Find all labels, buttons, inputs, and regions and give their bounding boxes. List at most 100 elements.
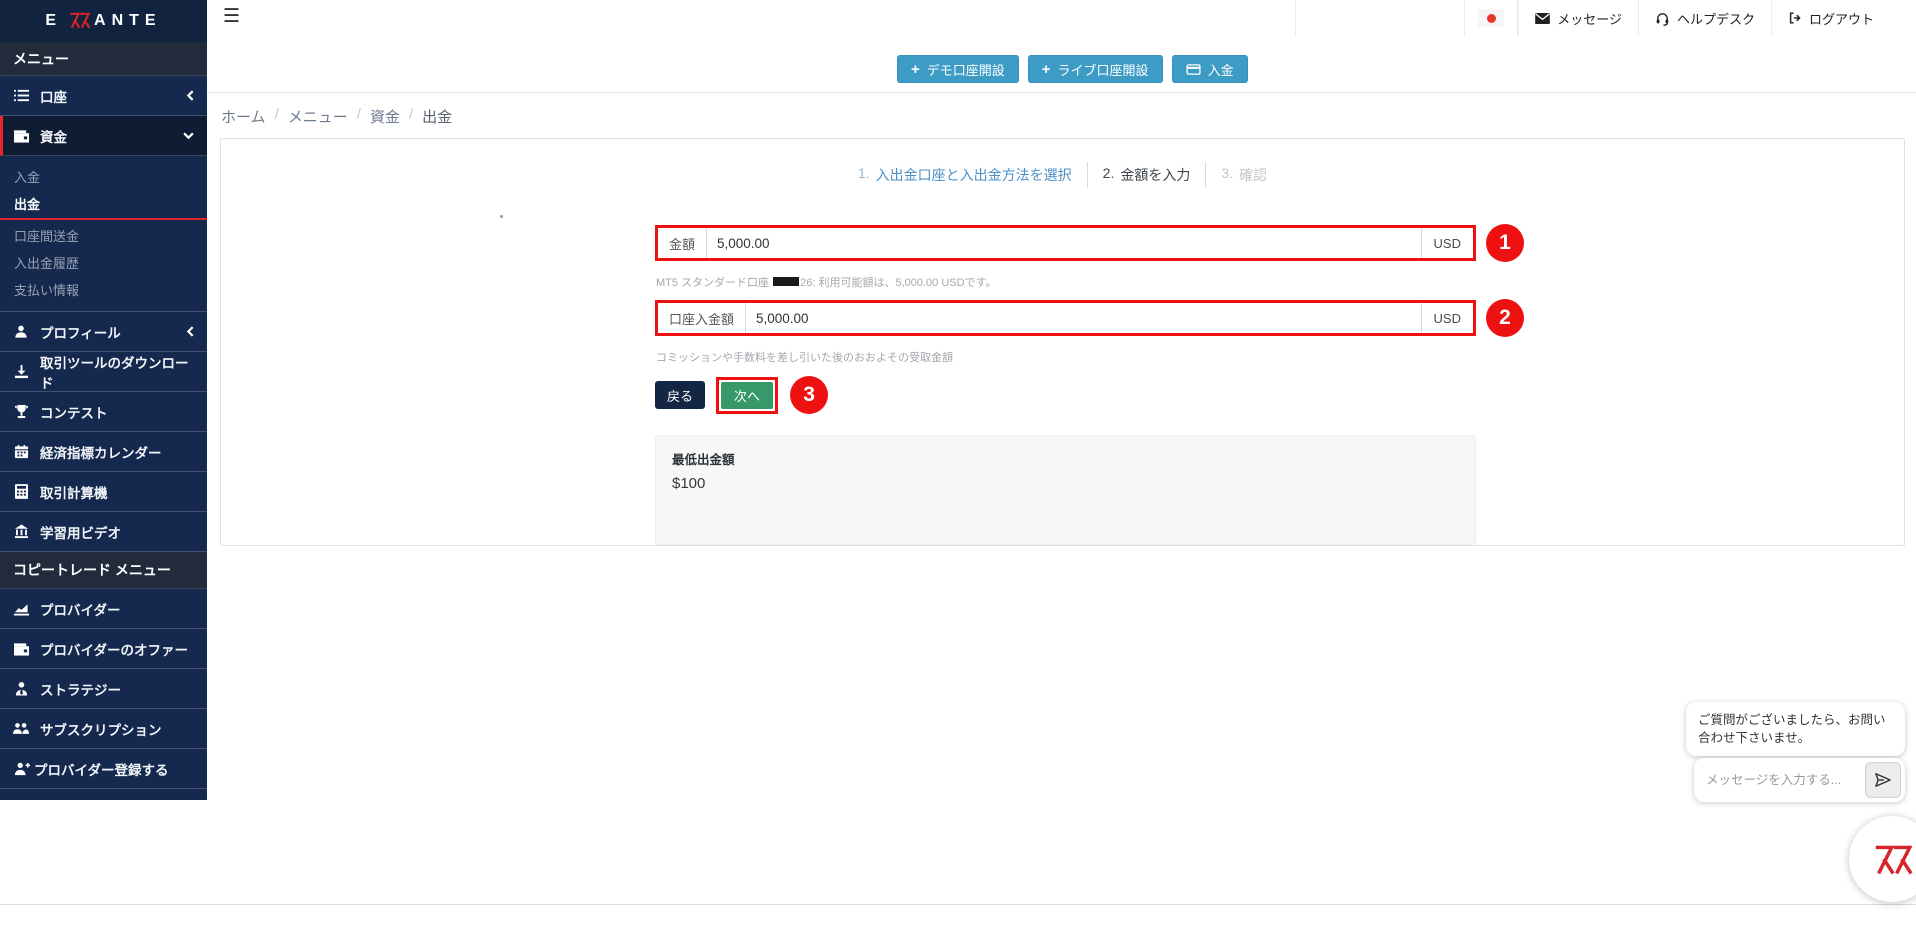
withdrawal-form: 金額 USD 1 MT5 スタンダード口座 26: 利用可能額は、5,000.0…	[655, 225, 1476, 545]
sidebar-subitem-deposit[interactable]: 入金	[0, 163, 207, 190]
step-confirm: 3. 確認	[1221, 165, 1267, 185]
step-select-account[interactable]: 1. 入出金口座と入出金方法を選択	[858, 165, 1072, 185]
sidebar-item-subscription[interactable]: サブスクリプション	[0, 709, 207, 749]
receive-label: 口座入金額	[658, 303, 746, 333]
deposit-button[interactable]: 入金	[1172, 55, 1248, 83]
sidebar-subitem-internal-transfer[interactable]: 口座間送金	[0, 222, 207, 249]
step-indicator: 1. 入出金口座と入出金方法を選択 2. 金額を入力 3. 確認	[221, 162, 1904, 188]
chat-input-row	[1694, 758, 1905, 802]
sidebar-subitem-withdrawal[interactable]: 出金	[0, 190, 207, 217]
breadcrumb-menu[interactable]: メニュー	[288, 106, 348, 127]
topbar-divider	[1295, 0, 1296, 36]
sidebar-item-label: プロバイダー登録する	[34, 759, 168, 779]
sidebar-item-label: プロフィール	[40, 322, 121, 342]
sidebar-subitem-transaction-history[interactable]: 入出金履歴	[0, 249, 207, 276]
breadcrumb: ホーム / メニュー / 資金 / 出金	[221, 106, 452, 127]
amount-input[interactable]	[707, 228, 1421, 258]
next-button[interactable]: 次へ	[721, 382, 773, 409]
open-demo-account-button[interactable]: + デモ口座開設	[897, 55, 1019, 83]
messages-nav-item[interactable]: メッセージ	[1518, 0, 1638, 36]
breadcrumb-separator: /	[409, 106, 413, 127]
sidebar-subitem-payment-info[interactable]: 支払い情報	[0, 276, 207, 303]
step-enter-amount: 2. 金額を入力	[1103, 165, 1191, 185]
brand-logo[interactable]: E ANTE	[0, 0, 207, 42]
sidebar-item-label: 口座	[40, 86, 67, 106]
plus-icon: +	[1042, 62, 1051, 77]
stray-dot	[500, 215, 503, 218]
sidebar-item-label: コンテスト	[40, 402, 108, 422]
chevron-left-icon	[187, 90, 194, 101]
wallet-icon	[13, 642, 29, 656]
sidebar-item-accounts[interactable]: 口座	[0, 76, 207, 116]
person-plus-icon	[13, 761, 30, 776]
sidebar-toggle-button[interactable]: ☰	[223, 5, 240, 28]
download-icon	[13, 364, 29, 379]
topbar: ☰ + デモ口座開設 + ライブ口座開設 入金 メッセージ ヘルプデスク ロ	[207, 0, 1916, 93]
chart-icon	[13, 602, 29, 616]
send-icon	[1874, 772, 1892, 788]
sidebar-item-trade-calculator[interactable]: 取引計算機	[0, 472, 207, 512]
minimum-withdrawal-title: 最低出金額	[672, 449, 1459, 468]
logout-nav-item[interactable]: ログアウト	[1771, 0, 1890, 36]
sidebar-item-contest[interactable]: コンテスト	[0, 392, 207, 432]
sidebar-item-strategy[interactable]: ストラテジー	[0, 669, 207, 709]
envelope-icon	[1535, 13, 1550, 24]
active-item-underline	[0, 218, 207, 220]
sidebar-item-provider[interactable]: プロバイダー	[0, 589, 207, 629]
step-number: 1.	[858, 165, 870, 185]
sidebar-item-economic-calendar[interactable]: 経済指標カレンダー	[0, 432, 207, 472]
form-buttons-row: 戻る 次へ 3	[655, 376, 1476, 414]
open-live-account-button[interactable]: + ライブ口座開設	[1028, 55, 1163, 83]
breadcrumb-funds[interactable]: 資金	[370, 106, 400, 127]
helpdesk-nav-item[interactable]: ヘルプデスク	[1638, 0, 1771, 36]
breadcrumb-separator: /	[275, 106, 279, 127]
step-label: 確認	[1239, 165, 1267, 185]
headset-icon	[1655, 11, 1670, 26]
trophy-icon	[13, 404, 29, 419]
next-annotation-box: 次へ	[716, 377, 778, 414]
chat-message-input[interactable]	[1698, 773, 1865, 787]
withdrawal-card: 1. 入出金口座と入出金方法を選択 2. 金額を入力 3. 確認 金額 USD …	[220, 138, 1905, 546]
person-icon	[13, 324, 29, 339]
chevron-left-icon	[187, 326, 194, 337]
calendar-icon	[13, 444, 29, 459]
users-icon	[13, 722, 29, 735]
nav-label: メッセージ	[1557, 9, 1622, 28]
redacted-account-number	[773, 277, 799, 286]
sidebar-section-copytrade: コピートレード メニュー	[0, 552, 207, 589]
bank-icon	[13, 524, 29, 539]
send-message-button[interactable]	[1865, 762, 1901, 798]
sidebar-item-learning-videos[interactable]: 学習用ビデオ	[0, 512, 207, 552]
card-icon	[1186, 64, 1201, 75]
amount-helper-text: MT5 スタンダード口座 26: 利用可能額は、5,000.00 USDです。	[656, 274, 1476, 290]
chat-launcher-button[interactable]	[1849, 816, 1916, 902]
annotation-badge-1: 1	[1486, 224, 1524, 262]
sidebar-item-label: 取引計算機	[40, 482, 108, 502]
calculator-icon	[13, 484, 29, 499]
sidebar-item-label: サブスクリプション	[40, 719, 162, 739]
sidebar-item-provider-register[interactable]: プロバイダー登録する	[0, 749, 207, 789]
receive-input[interactable]	[746, 303, 1421, 333]
sidebar-item-provider-offers[interactable]: プロバイダーのオファー	[0, 629, 207, 669]
list-icon	[13, 88, 29, 103]
japan-flag-icon	[1478, 9, 1504, 27]
footer-divider	[0, 904, 1916, 905]
brand-logo-text-start: E	[45, 12, 62, 30]
step-label: 金額を入力	[1120, 165, 1190, 185]
account-action-buttons: + デモ口座開設 + ライブ口座開設 入金	[897, 55, 1248, 83]
sidebar-item-label: 学習用ビデオ	[40, 522, 121, 542]
step-divider	[1205, 162, 1206, 188]
back-button[interactable]: 戻る	[655, 381, 705, 409]
sidebar: E ANTE メニュー 口座 資金 入金 出金 口座間送金 入出金履歴 支払い情…	[0, 0, 207, 800]
sidebar-item-funds[interactable]: 資金	[0, 116, 207, 156]
helper-prefix: MT5 スタンダード口座	[656, 277, 772, 289]
step-number: 2.	[1103, 165, 1115, 185]
breadcrumb-home[interactable]: ホーム	[221, 106, 266, 127]
plus-icon: +	[911, 62, 920, 77]
language-selector[interactable]	[1464, 0, 1518, 36]
errante-mark-icon	[1870, 840, 1914, 878]
sidebar-item-profile[interactable]: プロフィール	[0, 312, 207, 352]
receive-helper-text: コミッションや手数料を差し引いた後のおおよその受取金額	[656, 349, 1476, 365]
sidebar-item-label: 取引ツールのダウンロード	[40, 352, 194, 392]
sidebar-item-tools-download[interactable]: 取引ツールのダウンロード	[0, 352, 207, 392]
